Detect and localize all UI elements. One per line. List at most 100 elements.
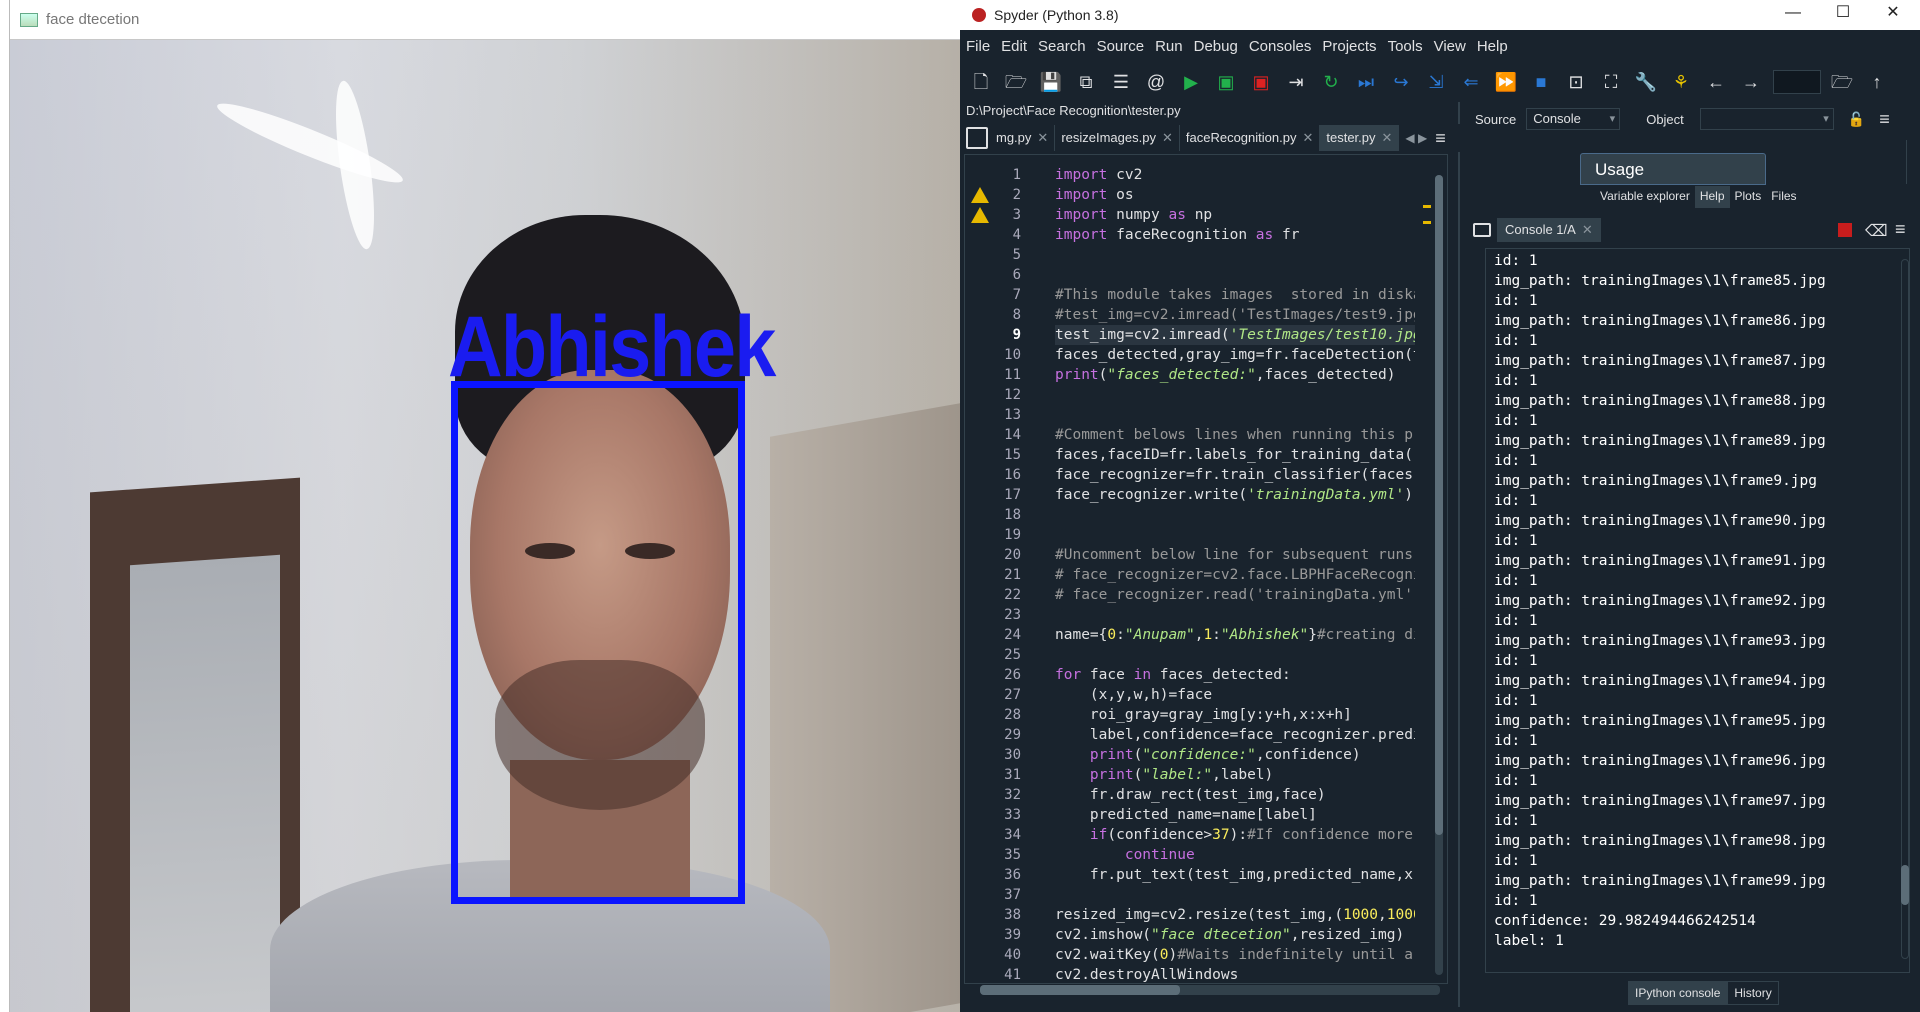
code-line[interactable]: cv2.waitKey(0) #Waits indefinitely until … <box>1055 945 1415 965</box>
code-line[interactable]: import faceRecognition as fr <box>1055 225 1415 245</box>
code-line[interactable]: fr.draw_rect(test_img,face) <box>1055 785 1415 805</box>
preferences-wrench-icon[interactable]: 🔧 <box>1633 69 1659 95</box>
code-line[interactable]: test_img=cv2.imread('TestImages/test10.j… <box>1055 325 1415 345</box>
editor-tab[interactable]: mg.py ✕ <box>990 125 1056 151</box>
fullscreen-icon[interactable]: ⛶ <box>1598 69 1624 95</box>
code-line[interactable]: for face in faces_detected: <box>1055 665 1415 685</box>
code-line[interactable] <box>1055 385 1415 405</box>
console-options-menu-icon[interactable]: ≡ <box>1895 219 1906 240</box>
code-line[interactable]: face_recognizer=fr.train_classifier(face… <box>1055 465 1415 485</box>
menu-file[interactable]: File <box>966 38 990 55</box>
run-icon[interactable]: ▶ <box>1178 69 1204 95</box>
rerun-icon[interactable]: ↻ <box>1318 69 1344 95</box>
console-scrollbar[interactable] <box>1901 259 1909 959</box>
run-selection-icon[interactable]: ⇥ <box>1283 69 1309 95</box>
code-line[interactable]: import cv2 <box>1055 165 1415 185</box>
tab-close-icon[interactable]: ✕ <box>1302 130 1313 145</box>
browse-consoles-icon[interactable] <box>1473 223 1491 237</box>
parent-directory-icon[interactable]: ↑ <box>1864 69 1890 95</box>
console-scroll-thumb[interactable] <box>1901 865 1909 905</box>
code-line[interactable]: print("faces_detected:" ,faces_detected) <box>1055 365 1415 385</box>
tab-plots[interactable]: Plots <box>1729 186 1767 208</box>
ipython-console[interactable]: id: 1 img_path: trainingImages\1\frame85.… <box>1485 248 1910 973</box>
code-line[interactable] <box>1055 245 1415 265</box>
save-all-icon[interactable]: ⧉ <box>1073 69 1099 95</box>
code-line[interactable]: import os <box>1055 185 1415 205</box>
object-input[interactable] <box>1699 108 1834 130</box>
code-line[interactable]: # face_recognizer=cv2.face.LBPHFaceRecog… <box>1055 565 1415 585</box>
tab-close-icon[interactable]: ✕ <box>1162 130 1173 145</box>
working-directory-input[interactable] <box>1773 70 1821 94</box>
warning-icon[interactable] <box>971 207 989 223</box>
minimize-button[interactable]: — <box>1768 2 1818 26</box>
code-area[interactable]: import cv2 import os import numpy as np imp… <box>1055 165 1415 983</box>
browse-folder-icon[interactable]: 🗁 <box>1829 69 1855 95</box>
code-line[interactable]: #Comment belows lines when running this … <box>1055 425 1415 445</box>
continue-icon[interactable]: ⏩ <box>1493 69 1519 95</box>
code-line[interactable]: roi_gray=gray_img[y:y+h,x:x+h] <box>1055 705 1415 725</box>
list-icon[interactable]: ☰ <box>1108 69 1134 95</box>
code-line[interactable]: face_recognizer.write('trainingData.yml'… <box>1055 485 1415 505</box>
menu-edit[interactable]: Edit <box>1001 38 1027 55</box>
tab-history[interactable]: History <box>1727 981 1779 1005</box>
code-line[interactable]: #Uncomment below line for subsequent run… <box>1055 545 1415 565</box>
editor-options-menu-icon[interactable]: ≡ <box>1435 128 1446 149</box>
console-tab-close-icon[interactable]: ✕ <box>1582 222 1593 237</box>
tab-help[interactable]: Help <box>1694 186 1730 208</box>
menu-source[interactable]: Source <box>1097 38 1145 55</box>
code-line[interactable] <box>1055 645 1415 665</box>
help-options-menu-icon[interactable]: ≡ <box>1879 109 1890 130</box>
debug-icon[interactable]: ⏭ <box>1353 69 1379 95</box>
stop-kernel-icon[interactable] <box>1838 223 1852 237</box>
clear-console-icon[interactable]: ⌫ <box>1865 221 1888 241</box>
at-icon[interactable]: @ <box>1143 69 1169 95</box>
close-button[interactable]: ✕ <box>1868 2 1918 26</box>
code-line[interactable]: #test_img=cv2.imread('TestImages/test9.j… <box>1055 305 1415 325</box>
browse-tabs-icon[interactable] <box>966 127 988 149</box>
step-icon[interactable]: ↪ <box>1388 69 1414 95</box>
warning-icon[interactable] <box>971 187 989 203</box>
forward-arrow-icon[interactable]: → <box>1738 69 1764 95</box>
editor-hscroll-thumb[interactable] <box>980 985 1180 995</box>
menu-consoles[interactable]: Consoles <box>1249 38 1312 55</box>
step-into-icon[interactable]: ⇲ <box>1423 69 1449 95</box>
code-line[interactable]: faces_detected,gray_img=fr.faceDetection… <box>1055 345 1415 365</box>
code-line[interactable]: predicted_name=name[label] <box>1055 805 1415 825</box>
open-file-icon[interactable]: 🗁 <box>1003 69 1029 95</box>
code-line[interactable]: (x,y,w,h)=face <box>1055 685 1415 705</box>
help-scrollbar[interactable] <box>1906 140 1916 184</box>
code-line[interactable] <box>1055 885 1415 905</box>
tab-variable-explorer[interactable]: Variable explorer <box>1595 186 1695 208</box>
back-arrow-icon[interactable]: ← <box>1703 69 1729 95</box>
editor-tab[interactable]: resizeImages.py ✕ <box>1055 125 1180 151</box>
stop-debug-icon[interactable]: ■ <box>1528 69 1554 95</box>
code-line[interactable] <box>1055 525 1415 545</box>
tab-close-icon[interactable]: ✕ <box>1037 130 1048 145</box>
console-tab[interactable]: Console 1/A ✕ <box>1497 218 1601 242</box>
menu-search[interactable]: Search <box>1038 38 1086 55</box>
menu-debug[interactable]: Debug <box>1194 38 1238 55</box>
code-line[interactable]: # face_recognizer.read('trainingData.yml… <box>1055 585 1415 605</box>
run-cell-advance-icon[interactable]: ▣ <box>1248 69 1274 95</box>
run-cell-icon[interactable]: ▣ <box>1213 69 1239 95</box>
menu-tools[interactable]: Tools <box>1388 38 1423 55</box>
step-return-icon[interactable]: ⇐ <box>1458 69 1484 95</box>
save-icon[interactable]: 💾 <box>1038 69 1064 95</box>
maximize-pane-icon[interactable]: ⊡ <box>1563 69 1589 95</box>
opencv-titlebar[interactable]: face dtecetion <box>10 0 960 40</box>
editor-tab[interactable]: faceRecognition.py ✕ <box>1179 125 1321 151</box>
code-line[interactable]: print("confidence:" ,confidence) <box>1055 745 1415 765</box>
code-line[interactable] <box>1055 405 1415 425</box>
code-line[interactable] <box>1055 505 1415 525</box>
code-line[interactable]: cv2.destroyAllWindows <box>1055 965 1415 983</box>
tab-ipython-console[interactable]: IPython console <box>1628 981 1728 1005</box>
lock-icon[interactable]: 🔓 <box>1848 111 1865 128</box>
menu-projects[interactable]: Projects <box>1322 38 1376 55</box>
code-line[interactable]: print("label:" ,label) <box>1055 765 1415 785</box>
code-editor[interactable]: 1 2 3 4 5 6 7 8 9 10 11 12 13 14 15 16 17 18 19 20 21 22 23 24 2… <box>964 154 1448 984</box>
code-line[interactable]: import numpy as np <box>1055 205 1415 225</box>
menu-view[interactable]: View <box>1434 38 1466 55</box>
tab-files[interactable]: Files <box>1766 186 1802 208</box>
menu-run[interactable]: Run <box>1155 38 1183 55</box>
code-line[interactable]: cv2.imshow("face dtecetion" ,resized_img) <box>1055 925 1415 945</box>
